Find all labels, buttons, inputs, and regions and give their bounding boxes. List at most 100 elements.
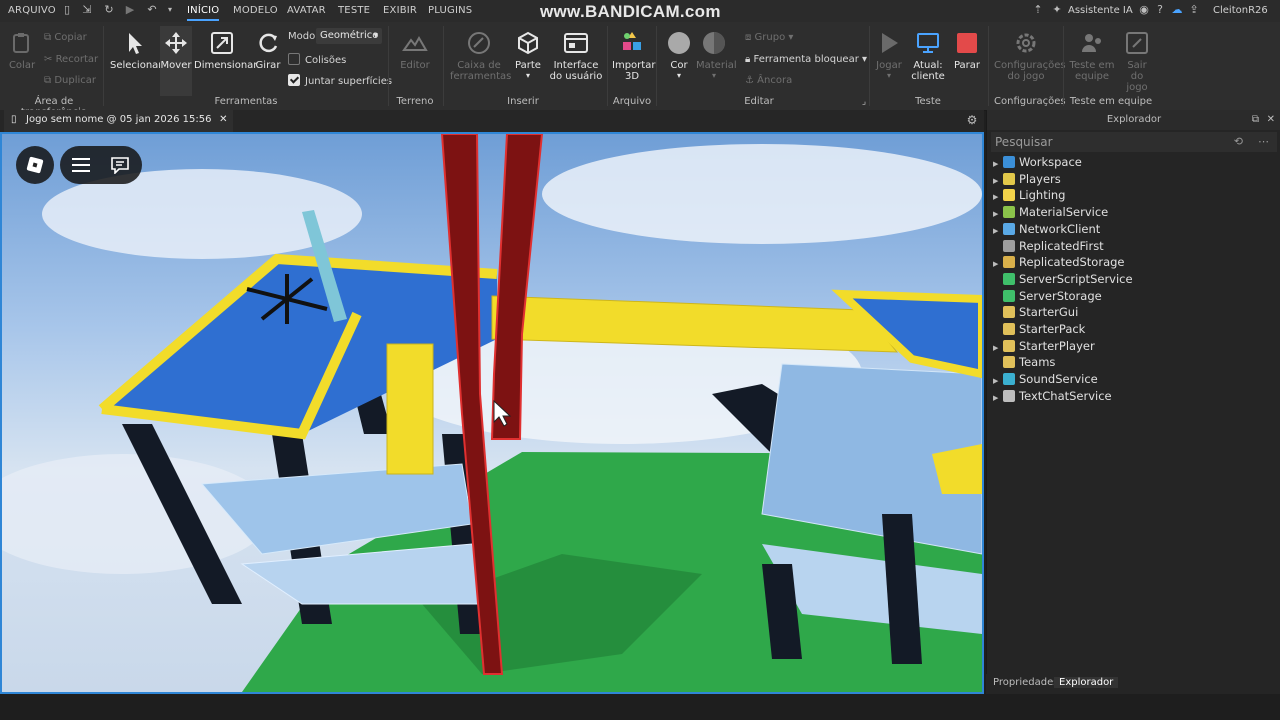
menu-home[interactable]: INÍCIO — [187, 5, 220, 21]
expand-arrow-icon[interactable]: ▶ — [993, 373, 1003, 389]
mode-dropdown[interactable]: Geométrico — [316, 28, 382, 44]
explorer-item-serverscriptservice[interactable]: ServerScriptService — [993, 271, 1133, 287]
group-button[interactable]: ⧈ Grupo ▾ — [745, 32, 793, 43]
explorer-item-teams[interactable]: Teams — [993, 354, 1055, 370]
material-button[interactable]: Material ▾ — [696, 30, 737, 80]
explorer-item-lighting[interactable]: ▶ Lighting — [993, 187, 1065, 203]
undo-icon[interactable]: ↶ — [146, 4, 158, 16]
expand-arrow-icon[interactable]: ▶ — [993, 206, 1003, 222]
scale-tool-button[interactable]: Dimensionar — [194, 30, 257, 71]
group-label-settings: Configurações — [994, 96, 1066, 107]
roblox-logo-button[interactable] — [16, 146, 54, 184]
terrain-editor-button[interactable]: Editor — [396, 30, 434, 71]
collisions-toggle[interactable]: Colisões — [288, 53, 346, 66]
stop-button[interactable]: Parar — [952, 30, 982, 71]
explorer-item-networkclient[interactable]: ▶ NetworkClient — [993, 221, 1100, 237]
cloud-icon[interactable]: ☁ — [1171, 4, 1183, 16]
game-settings-button[interactable]: Configurações do jogo — [994, 30, 1066, 82]
explorer-item-workspace[interactable]: ▶ Workspace — [993, 154, 1082, 170]
explorer-item-startergui[interactable]: StarterGui — [993, 304, 1078, 320]
explorer-item-starterplayer[interactable]: ▶ StarterPlayer — [993, 338, 1095, 354]
part-button[interactable]: Parte ▾ — [512, 30, 544, 80]
menu-plugins[interactable]: PLUGINS — [428, 5, 472, 16]
close-icon[interactable]: ✕ — [1267, 110, 1275, 130]
play-small-icon[interactable]: ▶ — [124, 4, 136, 16]
username[interactable]: CleitonR26 — [1213, 5, 1268, 16]
expand-arrow-icon[interactable]: ▶ — [993, 173, 1003, 189]
explorer-item-label: ServerScriptService — [1019, 271, 1133, 286]
anchor-button[interactable]: ⚓︎ Âncora — [745, 75, 792, 86]
paste-button[interactable]: Colar — [8, 30, 36, 71]
hamburger-menu-icon[interactable] — [72, 157, 90, 173]
cut-button[interactable]: ✂ Recortar — [44, 54, 98, 65]
viewport-settings-gear-icon[interactable]: ⚙ — [966, 114, 978, 126]
explorer-item-players[interactable]: ▶ Players — [993, 171, 1061, 187]
current-client-button[interactable]: Atual: cliente — [908, 30, 948, 82]
collisions-checkbox[interactable] — [288, 53, 300, 65]
lock-tool-button[interactable]: 🔒︎ Ferramenta bloquear ▾ — [745, 54, 867, 65]
color-swatch-icon — [668, 32, 690, 54]
ai-assistant-button[interactable]: Assistente IA — [1068, 5, 1133, 16]
panel-float-icon[interactable]: ⧉ — [1252, 110, 1259, 130]
menu-test[interactable]: TESTE — [338, 5, 370, 16]
team-test-button[interactable]: Teste em equipe — [1068, 30, 1116, 82]
part-dropdown-icon[interactable]: ▾ — [512, 71, 544, 80]
explorer-item-replicatedfirst[interactable]: ReplicatedFirst — [993, 238, 1104, 254]
user-interface-button[interactable]: Interface do usuário — [548, 30, 604, 82]
move-tool-button[interactable]: Mover — [160, 26, 192, 96]
tab-explorer[interactable]: Explorador — [1054, 677, 1119, 688]
copy-button[interactable]: ⧉ Copiar — [44, 32, 87, 43]
expand-arrow-icon[interactable]: ▶ — [993, 223, 1003, 239]
exit-game-button[interactable]: Sair do jogo — [1120, 30, 1154, 93]
join-surfaces-toggle[interactable]: Juntar superfícies — [288, 74, 392, 87]
explorer-item-replicatedstorage[interactable]: ▶ ReplicatedStorage — [993, 254, 1125, 270]
duplicate-button[interactable]: ⧉ Duplicar — [44, 75, 96, 86]
collab-icon[interactable]: ⇡ — [1032, 4, 1044, 16]
open-file-icon[interactable]: ⇲ — [81, 4, 93, 16]
more-options-icon[interactable]: ⋯ — [1258, 132, 1269, 152]
chat-icon[interactable] — [110, 156, 130, 174]
toolbox-button[interactable]: Caixa de ferramentas — [450, 30, 511, 82]
expand-arrow-icon[interactable]: ▶ — [993, 256, 1003, 272]
undo-dropdown-icon[interactable]: ▾ — [164, 4, 176, 16]
expand-arrow-icon[interactable]: ▶ — [993, 340, 1003, 356]
game-viewport[interactable] — [0, 132, 984, 694]
expand-arrow-icon[interactable]: ▶ — [993, 390, 1003, 406]
menu-view[interactable]: EXIBIR — [383, 5, 417, 16]
document-tab-bar: ▯ Jogo sem nome @ 05 jan 2026 15:56 ✕ ⚙ — [0, 110, 984, 134]
ui-window-icon — [564, 33, 588, 53]
expand-arrow-icon[interactable]: ▶ — [993, 156, 1003, 172]
globe-icon — [1003, 156, 1015, 168]
menu-bar: ARQUIVO ▯ ⇲ ↻ ▶ ↶ ▾ INÍCIO MODELO AVATAR… — [0, 0, 1280, 22]
tab-properties[interactable]: Propriedades — [988, 677, 1063, 688]
close-tab-icon[interactable]: ✕ — [219, 110, 227, 130]
menu-model[interactable]: MODELO — [233, 5, 278, 16]
play-button[interactable]: Jogar ▾ — [874, 30, 904, 80]
select-tool-button[interactable]: Selecionar — [110, 30, 162, 71]
duplicate-icon: ⧉ — [44, 75, 55, 86]
history-icon[interactable]: ⟲ — [1234, 132, 1243, 152]
document-tab[interactable]: ▯ Jogo sem nome @ 05 jan 2026 15:56 ✕ — [4, 110, 234, 134]
explorer-item-soundservice[interactable]: ▶ SoundService — [993, 371, 1098, 387]
explorer-item-materialservice[interactable]: ▶ MaterialService — [993, 204, 1108, 220]
redo-icon[interactable]: ↻ — [103, 4, 115, 16]
color-dropdown-icon[interactable]: ▾ — [664, 71, 694, 80]
sound-icon — [1003, 373, 1015, 386]
notification-icon[interactable]: ◉ — [1138, 4, 1150, 16]
new-file-icon[interactable]: ▯ — [61, 4, 73, 16]
explorer-item-serverstorage[interactable]: ServerStorage — [993, 288, 1102, 304]
import-3d-button[interactable]: Importar 3D — [612, 30, 655, 82]
explorer-item-starterpack[interactable]: StarterPack — [993, 321, 1085, 337]
expand-arrow-icon[interactable]: ▶ — [993, 189, 1003, 205]
material-dropdown-icon[interactable]: ▾ — [696, 71, 732, 80]
menu-avatar[interactable]: AVATAR — [287, 5, 326, 16]
play-dropdown-icon[interactable]: ▾ — [874, 71, 904, 80]
menu-file[interactable]: ARQUIVO — [8, 5, 56, 16]
share-icon[interactable]: ⇪ — [1188, 4, 1200, 16]
help-icon[interactable]: ? — [1154, 4, 1166, 16]
join-surfaces-checkbox[interactable] — [288, 74, 300, 86]
rotate-tool-button[interactable]: Girar — [254, 30, 282, 71]
explorer-item-textchatservice[interactable]: ▶ TextChatService — [993, 388, 1112, 404]
color-button[interactable]: Cor ▾ — [664, 30, 694, 80]
explorer-search-input[interactable]: Pesquisar ⟲ ⋯ — [991, 132, 1277, 152]
